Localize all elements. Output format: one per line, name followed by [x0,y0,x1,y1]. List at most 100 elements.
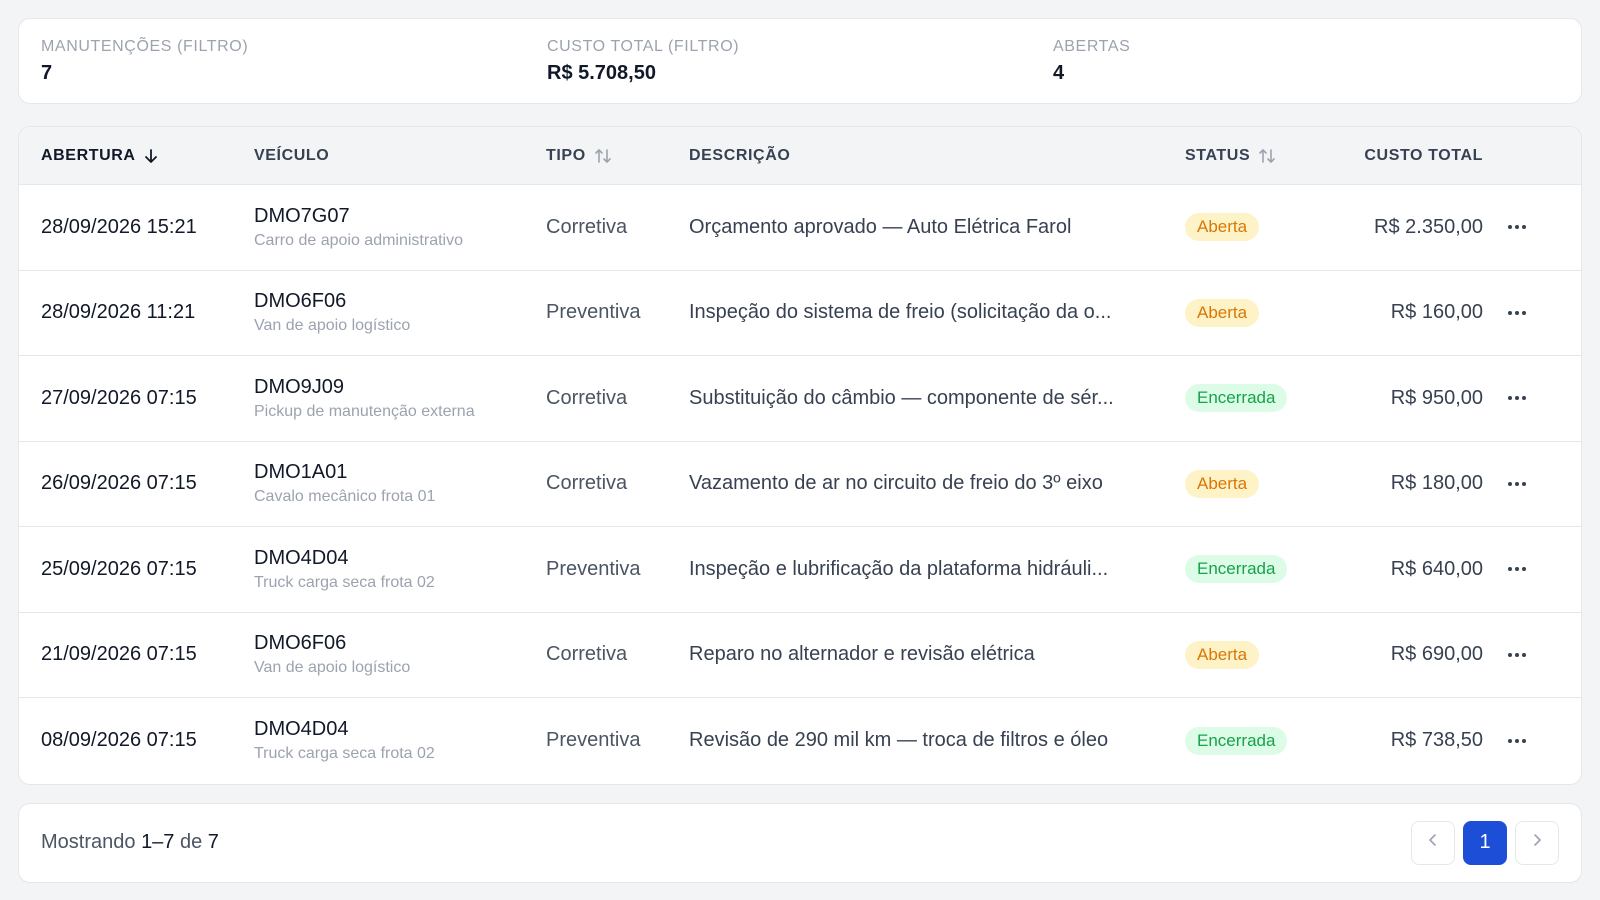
status-badge: Encerrada [1185,726,1288,755]
row-status: Encerrada [1185,555,1335,584]
page-1-button[interactable]: 1 [1463,820,1507,865]
table-row[interactable]: 25/09/2026 07:15 DMO4D04 Truck carga sec… [19,527,1581,613]
status-badge: Aberta [1185,469,1260,498]
vehicle-description: Truck carga seca frota 02 [254,745,435,763]
row-description: Substituição do câmbio — componente de s… [689,386,1114,409]
sort-icon [1258,148,1276,164]
vehicle-plate: DMO9J09 [254,375,345,398]
row-cost: R$ 738,50 [1390,729,1483,752]
row-status: Aberta [1185,469,1335,498]
stat-label: MANUTENÇÕES (FILTRO) [41,37,249,55]
row-cost: R$ 950,00 [1390,386,1483,409]
row-cost: R$ 160,00 [1390,301,1483,324]
row-actions [1483,467,1551,501]
row-type: Corretiva [546,215,628,238]
row-vehicle: DMO7G07 Carro de apoio administrativo [254,205,546,250]
maintenance-page: MANUTENÇÕES (FILTRO) 7 CUSTO TOTAL (FILT… [0,0,1600,900]
summary-card: MANUTENÇÕES (FILTRO) 7 CUSTO TOTAL (FILT… [18,18,1582,104]
results-range: 1–7 [141,831,175,853]
row-vehicle: DMO4D04 Truck carga seca frota 02 [254,718,546,763]
prev-page-button[interactable] [1411,820,1455,865]
row-description: Reparo no alternador e revisão elétrica [689,643,1035,666]
vehicle-description: Carro de apoio administrativo [254,231,463,249]
header-description: DESCRIÇÃO [689,147,1185,165]
more-horizontal-icon [1508,310,1526,315]
vehicle-plate: DMO6F06 [254,632,347,655]
row-description: Orçamento aprovado — Auto Elétrica Farol [689,215,1072,238]
row-cost: R$ 2.350,00 [1374,215,1483,238]
row-description: Vazamento de ar no circuito de freio do … [689,472,1103,495]
row-status: Aberta [1185,213,1335,242]
row-date: 27/09/2026 07:15 [41,386,197,409]
row-type: Preventiva [546,557,641,580]
row-type: Corretiva [546,386,628,409]
table-row[interactable]: 28/09/2026 11:21 DMO6F06 Van de apoio lo… [19,271,1581,356]
header-vehicle: VEÍCULO [254,147,546,165]
row-type: Preventiva [546,301,641,324]
more-horizontal-icon [1508,481,1526,486]
arrow-down-icon [144,148,158,164]
table-row[interactable]: 26/09/2026 07:15 DMO1A01 Cavalo mecânico… [19,442,1581,527]
table-body: 28/09/2026 15:21 DMO7G07 Carro de apoio … [19,185,1581,784]
row-date: 08/09/2026 07:15 [41,729,197,752]
stat-label: ABERTAS [1053,37,1131,55]
vehicle-plate: DMO4D04 [254,718,349,741]
chevron-left-icon [1428,832,1438,853]
next-page-button[interactable] [1515,820,1559,865]
row-actions-button[interactable] [1500,296,1534,330]
results-prefix: Mostrando [41,831,142,853]
row-type: Corretiva [546,472,628,495]
more-horizontal-icon [1508,396,1526,401]
more-horizontal-icon [1508,652,1526,657]
vehicle-plate: DMO7G07 [254,204,350,227]
sort-icon [594,148,612,164]
chevron-right-icon [1532,832,1542,853]
stat-value: 7 [41,61,53,84]
table-row[interactable]: 27/09/2026 07:15 DMO9J09 Pickup de manut… [19,356,1581,442]
row-actions [1483,296,1551,330]
row-description: Revisão de 290 mil km — troca de filtros… [689,729,1109,752]
row-actions-button[interactable] [1500,724,1534,758]
row-actions-button[interactable] [1500,552,1534,586]
row-cost: R$ 640,00 [1390,557,1483,580]
row-vehicle: DMO9J09 Pickup de manutenção externa [254,376,546,421]
vehicle-description: Van de apoio logístico [254,659,411,677]
row-actions-button[interactable] [1500,381,1534,415]
more-horizontal-icon [1508,738,1526,743]
row-actions-button[interactable] [1500,210,1534,244]
table-row[interactable]: 08/09/2026 07:15 DMO4D04 Truck carga sec… [19,698,1581,784]
maintenance-table: ABERTURA VEÍCULO TIPO DESCRIÇÃO STATUS C… [18,126,1582,785]
vehicle-plate: DMO1A01 [254,461,348,484]
vehicle-description: Pickup de manutenção externa [254,402,475,420]
vehicle-description: Van de apoio logístico [254,317,411,335]
vehicle-plate: DMO4D04 [254,546,349,569]
row-description: Inspeção do sistema de freio (solicitaçã… [689,301,1112,324]
table-row[interactable]: 28/09/2026 15:21 DMO7G07 Carro de apoio … [19,185,1581,271]
header-label: VEÍCULO [254,146,330,164]
row-status: Aberta [1185,298,1335,327]
row-status: Encerrada [1185,726,1335,755]
row-vehicle: DMO1A01 Cavalo mecânico frota 01 [254,461,546,506]
stat-value: 4 [1053,61,1065,84]
row-actions-button[interactable] [1500,467,1534,501]
row-vehicle: DMO6F06 Van de apoio logístico [254,290,546,335]
row-actions-button[interactable] [1500,638,1534,672]
stat-open: ABERTAS 4 [1053,38,1559,85]
header-cost: CUSTO TOTAL [1335,147,1483,165]
header-status-sort[interactable]: STATUS [1185,147,1335,165]
header-date-sort[interactable]: ABERTURA [19,147,254,165]
table-header: ABERTURA VEÍCULO TIPO DESCRIÇÃO STATUS C… [19,127,1581,185]
results-count: Mostrando 1–7 de 7 [41,831,219,854]
header-type-sort[interactable]: TIPO [546,147,689,165]
status-badge: Aberta [1185,298,1260,327]
status-badge: Aberta [1185,640,1260,669]
row-date: 25/09/2026 07:15 [41,557,197,580]
vehicle-description: Truck carga seca frota 02 [254,573,435,591]
table-row[interactable]: 21/09/2026 07:15 DMO6F06 Van de apoio lo… [19,613,1581,698]
row-actions [1483,638,1551,672]
stat-maintenances: MANUTENÇÕES (FILTRO) 7 [41,38,547,85]
vehicle-description: Cavalo mecânico frota 01 [254,488,436,506]
row-status: Encerrada [1185,384,1335,413]
header-label: ABERTURA [41,146,136,164]
row-actions [1483,552,1551,586]
